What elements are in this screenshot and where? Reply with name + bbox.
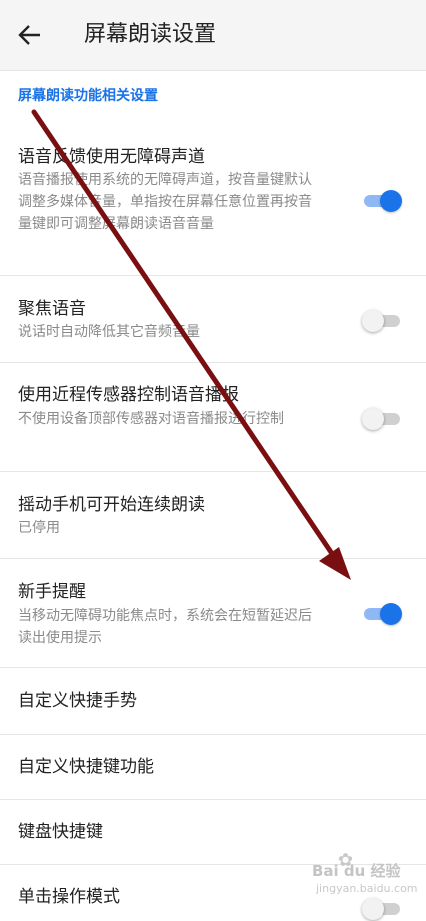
focus-speech-toggle[interactable] bbox=[362, 307, 402, 333]
setting-title: 自定义快捷手势 bbox=[18, 691, 137, 711]
audio-channel-toggle[interactable] bbox=[362, 187, 402, 213]
watermark-brand: Bai du 经验 bbox=[312, 862, 401, 880]
setting-summary: 不使用设备顶部传感器对语音播报进行控制 bbox=[18, 411, 284, 427]
setting-summary: 语音播报使用系统的无障碍声道，按音量键默认调整多媒体音量，单指按在屏幕任意位置再… bbox=[18, 172, 312, 232]
setting-title: 使用近程传感器控制语音播报 bbox=[18, 385, 239, 405]
beginner-tips-toggle[interactable] bbox=[362, 600, 402, 626]
setting-custom-gestures[interactable]: 自定义快捷手势 bbox=[0, 668, 426, 735]
setting-focus-speech[interactable]: 聚焦语音 说话时自动降低其它音频音量 bbox=[0, 276, 426, 363]
section-header: 屏幕朗读功能相关设置 bbox=[18, 88, 158, 104]
baidu-watermark: ✿ Bai du 经验 jingyan.baidu.com bbox=[312, 850, 420, 900]
setting-accessibility-audio-channel[interactable]: 语音反馈使用无障碍声道 语音播报使用系统的无障碍声道，按音量键默认调整多媒体音量… bbox=[0, 132, 426, 276]
back-button[interactable] bbox=[14, 20, 48, 50]
setting-title: 语音反馈使用无障碍声道 bbox=[18, 147, 205, 167]
app-bar: 屏幕朗读设置 bbox=[0, 0, 426, 71]
setting-shake-to-read[interactable]: 摇动手机可开始连续朗读 已停用 bbox=[0, 472, 426, 559]
watermark-url: jingyan.baidu.com bbox=[316, 882, 418, 895]
setting-summary: 说话时自动降低其它音频音量 bbox=[18, 324, 200, 340]
setting-title: 聚焦语音 bbox=[18, 299, 86, 319]
toggle-thumb bbox=[380, 190, 402, 212]
setting-title: 自定义快捷键功能 bbox=[18, 757, 154, 777]
proximity-sensor-toggle[interactable] bbox=[362, 405, 402, 431]
setting-title: 新手提醒 bbox=[18, 582, 86, 602]
arrow-left-icon bbox=[18, 25, 40, 45]
setting-title: 单击操作模式 bbox=[18, 887, 120, 907]
toggle-thumb bbox=[362, 310, 384, 332]
setting-title: 键盘快捷键 bbox=[18, 822, 103, 842]
setting-proximity-sensor[interactable]: 使用近程传感器控制语音播报 不使用设备顶部传感器对语音播报进行控制 bbox=[0, 363, 426, 472]
setting-summary: 已停用 bbox=[18, 520, 60, 536]
setting-summary: 当移动无障碍功能焦点时，系统会在短暂延迟后读出使用提示 bbox=[18, 608, 312, 646]
toggle-thumb bbox=[362, 898, 384, 920]
setting-title: 摇动手机可开始连续朗读 bbox=[18, 495, 205, 515]
toggle-thumb bbox=[380, 603, 402, 625]
setting-custom-shortcut-keys[interactable]: 自定义快捷键功能 bbox=[0, 735, 426, 800]
toggle-thumb bbox=[362, 408, 384, 430]
page-title: 屏幕朗读设置 bbox=[84, 22, 217, 47]
setting-beginner-tips[interactable]: 新手提醒 当移动无障碍功能焦点时，系统会在短暂延迟后读出使用提示 bbox=[0, 559, 426, 668]
